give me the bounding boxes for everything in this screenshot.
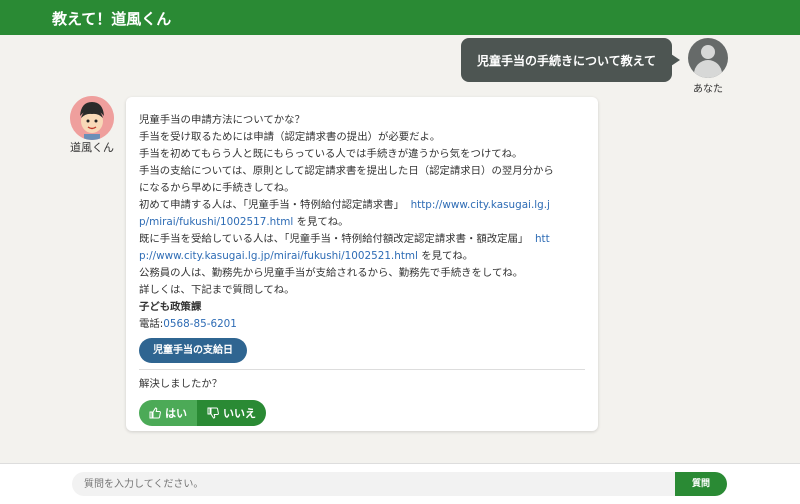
payment-date-button[interactable]: 児童手当の支給日 [139,338,247,363]
message-line: p://www.city.kasugai.lg.jp/mirai/fukushi… [139,248,585,265]
question-input[interactable] [72,472,675,496]
message-line: になるから早めに手続きしてね。 [139,182,295,194]
app-header: 教えて！道風くん [0,0,800,35]
message-line: 手当を受け取るためには申請（認定請求書の提出）が必要だよ。 [139,131,441,143]
user-name: あなた [693,84,723,95]
feedback-buttons: はい いいえ [139,400,585,426]
bot-avatar-icon [70,96,114,140]
question-submit-button[interactable]: 質問 [675,472,727,496]
no-button[interactable]: いいえ [197,400,266,426]
message-line: 既に手当を受給している人は、「児童手当・特例給付額改定認定請求書・額改定届」 h… [139,231,585,248]
app-title: 教えて！道風くん [52,10,172,28]
thumbs-up-icon [149,407,161,419]
yes-label: はい [165,407,187,420]
input-footer: 質問 [0,463,800,504]
message-line: 初めて申請する人は、「児童手当・特例給付認定請求書」 http://www.ci… [139,197,585,214]
first-application-link-cont[interactable]: p/mirai/fukushi/1002517.html [139,216,293,228]
revision-suffix: を見てね。 [421,250,474,262]
user-message-bubble: 児童手当の手続きについて教えて [460,38,681,82]
yes-button[interactable]: はい [139,400,197,426]
first-application-text: 初めて申請する人は、「児童手当・特例給付認定請求書」 [139,199,404,211]
user-message-row: 児童手当の手続きについて教えて あなた [0,38,800,95]
revision-text: 既に手当を受給している人は、「児童手当・特例給付額改定認定請求書・額改定届」 [139,233,529,245]
tel-link[interactable]: 0568-85-6201 [163,318,237,330]
divider [139,369,585,370]
bot-name: 道風くん [70,141,114,154]
tel-label: 電話: [139,318,164,330]
bot-message-bubble: 児童手当の申請方法についてかな？ 手当を受け取るためには申請（認定請求書の提出）… [126,97,598,431]
revision-link[interactable]: htt [535,233,550,245]
tel-line: 電話:0568-85-6201 [139,316,585,333]
message-line: p/mirai/fukushi/1002517.html を見てね。 [139,214,585,231]
no-label: いいえ [223,407,256,420]
message-line: 公務員の人は、勤務先から児童手当が支給されるから、勤務先で手続きをしてね。 [139,267,524,279]
message-line: 詳しくは、下記まで質問してね。 [139,284,295,296]
message-line: 手当を初めてもらう人と既にもらっている人では手続きが違うから気をつけてね。 [139,148,523,160]
revision-link-cont[interactable]: p://www.city.kasugai.lg.jp/mirai/fukushi… [139,250,418,262]
message-line: 児童手当の申請方法についてかな？ [139,114,305,126]
user-avatar-icon [688,38,728,78]
message-line: 手当の支給については、原則として認定請求書を提出した日（認定請求日）の翌月分から [139,165,554,177]
department-name: 子ども政策課 [139,301,202,313]
resolved-question: 解決しましたか？ [139,378,223,390]
thumbs-down-icon [207,407,219,419]
first-application-suffix: を見てね。 [296,216,349,228]
first-application-link[interactable]: http://www.city.kasugai.lg.j [411,199,550,211]
